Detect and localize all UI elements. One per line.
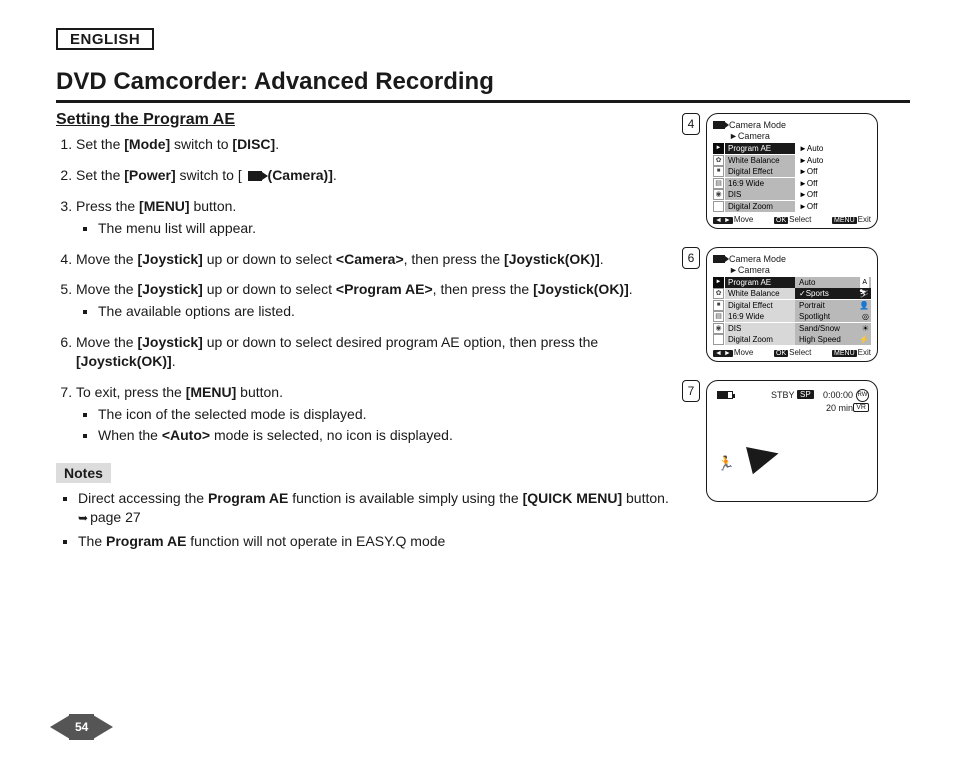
lcd-screen-7: STBY SP 0:00:00 RW 20 min VR 🏃: [706, 380, 878, 502]
menu-value: ►Off: [795, 201, 871, 212]
figure-6: 6 Camera Mode ►Camera Program AEAutoA Wh…: [706, 247, 910, 363]
menu-value: Spotlight◎: [795, 311, 871, 322]
menu-left-icon: [713, 166, 724, 177]
foot-move: ◄ ►Move: [713, 348, 753, 357]
figure-4: 4 Camera Mode ►Camera Program AE►Auto Wh…: [706, 113, 910, 229]
step-3: Press the [MENU] button. The menu list w…: [76, 197, 698, 238]
menu-left-icon: [713, 334, 724, 345]
menu-left-icon: [713, 277, 724, 288]
program-mode-icon: 🏃: [717, 455, 734, 472]
menu-left-icon: [713, 311, 724, 322]
lcd-screen-6: Camera Mode ►Camera Program AEAutoA Whit…: [706, 247, 878, 363]
step-2: Set the [Power] switch to [ (Camera)].: [76, 166, 698, 185]
instructions-column: Setting the Program AE Set the [Mode] sw…: [56, 111, 706, 557]
page-number: 54: [50, 714, 113, 740]
language-label: ENGLISH: [56, 28, 154, 50]
step-6: Move the [Joystick] up or down to select…: [76, 333, 698, 371]
step-7-sub2: When the <Auto> mode is selected, no ico…: [98, 426, 698, 445]
highspeed-icon: ⚡: [859, 334, 869, 345]
screen-nav: ►Camera: [729, 131, 871, 141]
figure-number-7: 7: [682, 380, 700, 402]
menu-item: Program AE: [725, 143, 795, 154]
menu-left-icon: [713, 288, 724, 299]
lcd-screen-4: Camera Mode ►Camera Program AE►Auto Whit…: [706, 113, 878, 229]
menu-value: High Speed⚡: [795, 334, 871, 345]
menu-value: ✓Sports⛷: [795, 288, 871, 299]
step-1: Set the [Mode] switch to [DISC].: [76, 135, 698, 154]
notes-list: Direct accessing the Program AE function…: [78, 489, 698, 552]
step-4: Move the [Joystick] up or down to select…: [76, 250, 698, 269]
timecode: 0:00:00: [823, 390, 853, 400]
menu-left-icon: [713, 143, 724, 154]
menu-item: White Balance: [725, 288, 795, 299]
screen-mode: Camera Mode: [729, 120, 786, 130]
menu-value: Sand/Snow☀: [795, 323, 871, 334]
note-2: The Program AE function will not operate…: [78, 532, 698, 551]
step-7-sub1: The icon of the selected mode is display…: [98, 405, 698, 424]
spotlight-icon: ◎: [862, 311, 869, 322]
menu-item: DIS: [725, 323, 795, 334]
menu-item: Digital Zoom: [725, 334, 795, 345]
steps-list: Set the [Mode] switch to [DISC]. Set the…: [76, 135, 698, 445]
camera-icon: [248, 171, 262, 181]
menu-item: DIS: [725, 189, 795, 200]
menu-value: Portrait👤: [795, 300, 871, 311]
menu-left-icon: [713, 178, 724, 189]
page-number-deco-icon: [93, 715, 113, 739]
foot-select: OKSelect: [774, 348, 811, 357]
rw-disc-icon: RW: [856, 389, 869, 402]
scene-arrow-icon: [746, 440, 782, 474]
menu-value: ►Off: [795, 189, 871, 200]
menu-left-icon: [713, 189, 724, 200]
menu-item: Digital Effect: [725, 300, 795, 311]
menu-left-icon: [713, 201, 724, 212]
remaining-time: 20 min: [826, 403, 853, 413]
menu-value: AutoA: [795, 277, 871, 288]
foot-select: OKSelect: [774, 215, 811, 224]
menu-left-icon: [713, 155, 724, 166]
portrait-icon: 👤: [859, 300, 869, 311]
vr-badge: VR: [853, 403, 869, 412]
menu-item: Digital Zoom: [725, 201, 795, 212]
figures-column: 4 Camera Mode ►Camera Program AE►Auto Wh…: [706, 111, 910, 557]
menu-left-icon: [713, 323, 724, 334]
stby-label: STBY: [771, 390, 795, 400]
figure-7: 7 STBY SP 0:00:00 RW 20 min VR 🏃: [706, 380, 910, 502]
menu-value: ►Off: [795, 166, 871, 177]
figure-number-6: 6: [682, 247, 700, 269]
menu-item: 16:9 Wide: [725, 178, 795, 189]
auto-badge-icon: A: [860, 277, 869, 288]
step-3-sub: The menu list will appear.: [98, 219, 698, 238]
camcorder-icon: [713, 121, 725, 129]
sports-icon: ⛷: [859, 288, 869, 299]
notes-heading: Notes: [56, 463, 111, 483]
menu-left-icon: [713, 300, 724, 311]
menu-item: 16:9 Wide: [725, 311, 795, 322]
foot-move: ◄ ►Move: [713, 215, 753, 224]
menu-item: Program AE: [725, 277, 795, 288]
sandsnow-icon: ☀: [862, 323, 869, 334]
screen-nav: ►Camera: [729, 265, 871, 275]
step-5-sub: The available options are listed.: [98, 302, 698, 321]
menu-value: ►Auto: [795, 143, 871, 154]
section-heading: Setting the Program AE: [56, 111, 698, 129]
foot-exit: MENUExit: [832, 215, 871, 224]
battery-icon: [717, 391, 733, 399]
figure-number-4: 4: [682, 113, 700, 135]
menu-value: ►Auto: [795, 155, 871, 166]
menu-item: Digital Effect: [725, 166, 795, 177]
screen-mode: Camera Mode: [729, 254, 786, 264]
page-number-deco-icon: [50, 715, 70, 739]
camcorder-icon: [713, 255, 725, 263]
page-reference: page 27: [78, 509, 141, 525]
menu-item: White Balance: [725, 155, 795, 166]
page-title: DVD Camcorder: Advanced Recording: [56, 68, 910, 103]
sp-badge: SP: [797, 390, 814, 399]
step-7: To exit, press the [MENU] button. The ic…: [76, 383, 698, 445]
menu-value: ►Off: [795, 178, 871, 189]
note-1: Direct accessing the Program AE function…: [78, 489, 698, 527]
foot-exit: MENUExit: [832, 348, 871, 357]
step-5: Move the [Joystick] up or down to select…: [76, 280, 698, 321]
